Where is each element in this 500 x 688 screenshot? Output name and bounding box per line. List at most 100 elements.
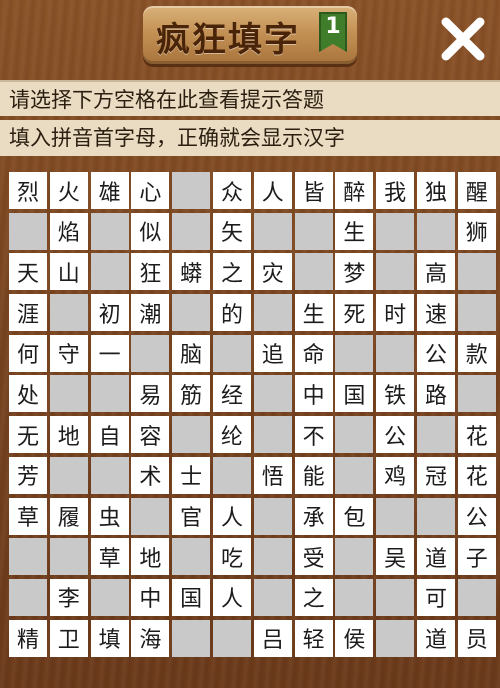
crossword-cell-empty[interactable] [131,334,170,372]
crossword-cell[interactable]: 款 [457,334,496,372]
crossword-cell-empty[interactable] [335,578,374,616]
crossword-cell[interactable]: 狂 [131,253,170,291]
crossword-cell-empty[interactable] [253,538,292,576]
crossword-cell[interactable]: 草 [90,538,129,576]
crossword-cell[interactable]: 虫 [90,497,129,535]
crossword-cell-empty[interactable] [335,538,374,576]
crossword-cell[interactable]: 初 [90,294,129,332]
crossword-cell-empty[interactable] [253,375,292,413]
crossword-cell[interactable]: 士 [172,456,211,494]
crossword-cell[interactable]: 花 [457,416,496,454]
crossword-cell[interactable]: 员 [457,619,496,657]
crossword-cell[interactable]: 之 [212,253,251,291]
crossword-cell-empty[interactable] [9,212,47,250]
crossword-cell-empty[interactable] [416,212,455,250]
crossword-cell[interactable]: 吴 [376,538,415,576]
crossword-cell[interactable]: 李 [49,578,88,616]
crossword-cell-empty[interactable] [376,497,415,535]
crossword-cell[interactable]: 国 [335,375,374,413]
crossword-cell-empty[interactable] [416,416,455,454]
crossword-cell-empty[interactable] [335,416,374,454]
crossword-cell[interactable]: 冠 [416,456,455,494]
crossword-cell[interactable]: 精 [9,619,47,657]
crossword-cell-empty[interactable] [457,578,496,616]
crossword-cell[interactable]: 受 [294,538,333,576]
crossword-cell[interactable]: 时 [376,294,415,332]
crossword-cell[interactable]: 承 [294,497,333,535]
crossword-cell[interactable]: 灾 [253,253,292,291]
crossword-cell[interactable]: 高 [416,253,455,291]
crossword-cell[interactable]: 生 [335,212,374,250]
crossword-cell-empty[interactable] [294,253,333,291]
crossword-cell[interactable]: 公 [376,416,415,454]
crossword-cell[interactable]: 吕 [253,619,292,657]
crossword-cell-empty[interactable] [90,212,129,250]
crossword-cell[interactable]: 纶 [212,416,251,454]
crossword-cell[interactable]: 人 [253,172,292,209]
crossword-cell[interactable]: 经 [212,375,251,413]
crossword-cell[interactable]: 鸡 [376,456,415,494]
crossword-cell[interactable]: 人 [212,497,251,535]
crossword-cell[interactable]: 不 [294,416,333,454]
crossword-cell-empty[interactable] [90,375,129,413]
crossword-cell[interactable]: 易 [131,375,170,413]
crossword-cell-empty[interactable] [457,375,496,413]
crossword-cell[interactable]: 皆 [294,172,333,209]
crossword-cell[interactable]: 填 [90,619,129,657]
crossword-cell-empty[interactable] [9,538,47,576]
crossword-cell-empty[interactable] [253,578,292,616]
crossword-cell-empty[interactable] [253,294,292,332]
crossword-cell-empty[interactable] [172,538,211,576]
crossword-cell[interactable]: 似 [131,212,170,250]
crossword-cell[interactable]: 速 [416,294,455,332]
crossword-cell-empty[interactable] [376,578,415,616]
crossword-cell-empty[interactable] [172,416,211,454]
crossword-cell-empty[interactable] [253,497,292,535]
crossword-cell-empty[interactable] [457,294,496,332]
crossword-cell[interactable]: 醉 [335,172,374,209]
crossword-cell-empty[interactable] [172,294,211,332]
crossword-cell[interactable]: 自 [90,416,129,454]
crossword-cell[interactable]: 之 [294,578,333,616]
crossword-cell-empty[interactable] [253,212,292,250]
crossword-cell-empty[interactable] [416,497,455,535]
crossword-cell[interactable]: 道 [416,538,455,576]
crossword-cell-empty[interactable] [253,416,292,454]
crossword-cell[interactable]: 中 [131,578,170,616]
crossword-cell[interactable]: 心 [131,172,170,209]
crossword-cell[interactable]: 道 [416,619,455,657]
crossword-cell[interactable]: 守 [49,334,88,372]
crossword-cell[interactable]: 花 [457,456,496,494]
crossword-cell-empty[interactable] [212,619,251,657]
crossword-cell[interactable]: 中 [294,375,333,413]
crossword-cell-empty[interactable] [90,578,129,616]
crossword-cell[interactable]: 公 [457,497,496,535]
crossword-cell[interactable]: 国 [172,578,211,616]
close-button[interactable] [438,14,488,64]
crossword-cell[interactable]: 轻 [294,619,333,657]
crossword-cell[interactable]: 可 [416,578,455,616]
crossword-cell[interactable]: 地 [49,416,88,454]
crossword-cell[interactable]: 地 [131,538,170,576]
crossword-cell[interactable]: 侯 [335,619,374,657]
crossword-cell-empty[interactable] [376,253,415,291]
crossword-cell[interactable]: 的 [212,294,251,332]
crossword-cell[interactable]: 独 [416,172,455,209]
crossword-cell-empty[interactable] [376,212,415,250]
crossword-cell[interactable]: 官 [172,497,211,535]
crossword-cell-empty[interactable] [457,253,496,291]
crossword-cell-empty[interactable] [90,253,129,291]
crossword-cell[interactable]: 梦 [335,253,374,291]
crossword-cell[interactable]: 死 [335,294,374,332]
crossword-cell-empty[interactable] [212,456,251,494]
crossword-cell-empty[interactable] [376,334,415,372]
crossword-cell-empty[interactable] [172,172,211,209]
crossword-cell[interactable]: 路 [416,375,455,413]
crossword-cell[interactable]: 筋 [172,375,211,413]
crossword-cell-empty[interactable] [172,619,211,657]
crossword-cell-empty[interactable] [49,538,88,576]
crossword-cell[interactable]: 铁 [376,375,415,413]
crossword-cell[interactable]: 涯 [9,294,47,332]
crossword-cell[interactable]: 蟒 [172,253,211,291]
crossword-cell[interactable]: 何 [9,334,47,372]
